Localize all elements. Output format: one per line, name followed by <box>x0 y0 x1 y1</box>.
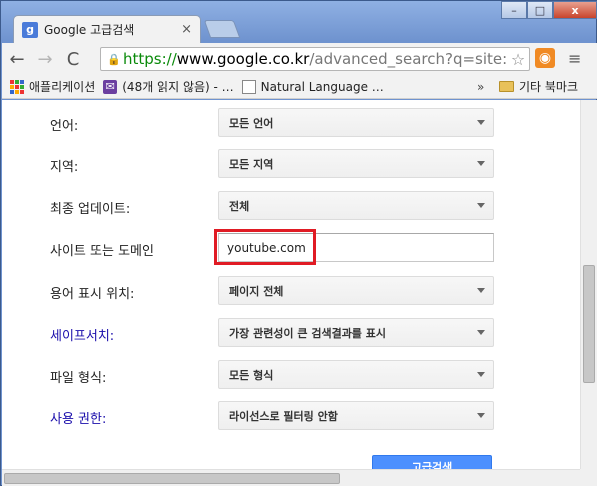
dropdown-caret-icon <box>477 288 485 293</box>
vertical-scroll-thumb[interactable] <box>583 265 595 383</box>
horizontal-scrollbar[interactable] <box>2 469 580 486</box>
google-favicon-icon: g <box>22 21 38 38</box>
back-button[interactable]: ← <box>4 46 30 72</box>
language-value: 모든 언어 <box>229 116 274 130</box>
dropdown-caret-icon <box>477 413 485 418</box>
terms-appearing-select[interactable]: 페이지 전체 <box>218 276 494 305</box>
bookmark-apps[interactable]: 애플리케이션 <box>10 78 95 95</box>
bookmark-star-icon[interactable]: ☆ <box>507 50 529 69</box>
minimize-button[interactable]: – <box>501 1 527 19</box>
file-type-label: 파일 형식: <box>50 371 107 386</box>
close-window-button[interactable]: x <box>553 1 597 19</box>
region-value: 모든 지역 <box>229 157 274 171</box>
url-host: www.google.co.kr <box>176 50 310 68</box>
tab-title: Google 고급검색 <box>44 23 135 37</box>
browser-window: g Google 고급검색 × – □ x ← → C 🔒 https://ww… <box>0 0 597 486</box>
apps-grid-icon <box>10 79 24 94</box>
new-tab-button[interactable] <box>203 20 241 38</box>
region-select[interactable]: 모든 지역 <box>218 149 494 178</box>
menu-icon[interactable]: ≡ <box>568 49 581 68</box>
url-path: /advanced_search?q=site:y <box>309 50 507 68</box>
reload-button[interactable]: C <box>60 46 86 72</box>
language-label: 언어: <box>50 119 79 134</box>
bookmarks-bar: 애플리케이션 ✉ (48개 읽지 않음) - … Natural Languag… <box>2 75 597 99</box>
bookmark-doc-label: Natural Language … <box>260 79 384 94</box>
browser-toolbar: ← → C 🔒 https://www.google.co.kr/advance… <box>2 43 597 75</box>
usage-rights-value: 라이선스로 필터링 안함 <box>229 409 338 423</box>
region-label: 지역: <box>50 160 79 175</box>
bookmark-doc[interactable]: Natural Language … <box>241 79 384 94</box>
usage-rights-link[interactable]: 사용 권한: <box>50 408 106 427</box>
bookmark-apps-label: 애플리케이션 <box>29 80 96 94</box>
browser-tab[interactable]: g Google 고급검색 × <box>13 15 201 43</box>
language-select[interactable]: 모든 언어 <box>218 108 494 137</box>
last-update-value: 전체 <box>229 199 250 213</box>
url-text[interactable]: https://www.google.co.kr/advanced_search… <box>123 50 507 68</box>
forward-button[interactable]: → <box>32 46 58 72</box>
bookmark-folder-label: 기타 북마크 <box>519 80 579 94</box>
vertical-scrollbar[interactable] <box>580 100 597 469</box>
form-row-language: 언어: 모든 언어 <box>2 108 580 138</box>
form-row-site-domain: 사이트 또는 도메인 youtube.com <box>2 229 580 265</box>
bookmark-mail[interactable]: ✉ (48개 읽지 않음) - … <box>103 78 234 95</box>
terms-appearing-value: 페이지 전체 <box>229 284 284 298</box>
file-type-select[interactable]: 모든 형식 <box>218 360 494 389</box>
form-row-safesearch: 세이프서치: 가장 관련성이 큰 검색결과를 표시 <box>2 318 580 348</box>
address-bar[interactable]: 🔒 https://www.google.co.kr/advanced_sear… <box>100 47 530 71</box>
usage-rights-select[interactable]: 라이선스로 필터링 안함 <box>218 401 494 430</box>
safesearch-link[interactable]: 세이프서치: <box>50 325 114 344</box>
form-row-file-type: 파일 형식: 모든 형식 <box>2 360 580 390</box>
bookmark-other-folder[interactable]: 기타 북마크 <box>499 78 578 95</box>
dropdown-caret-icon <box>477 120 485 125</box>
dropdown-caret-icon <box>477 203 485 208</box>
folder-icon <box>499 81 514 92</box>
form-row-terms-appearing: 용어 표시 위치: 페이지 전체 <box>2 276 580 306</box>
bookmarks-overflow-icon[interactable]: » <box>477 80 484 94</box>
site-domain-label: 사이트 또는 도메인 <box>50 244 154 259</box>
dropdown-caret-icon <box>477 161 485 166</box>
file-type-value: 모든 형식 <box>229 368 274 382</box>
scrollbar-corner <box>580 469 597 486</box>
document-icon <box>241 79 256 94</box>
dropdown-caret-icon <box>477 372 485 377</box>
form-row-usage-rights: 사용 권한: 라이선스로 필터링 안함 <box>2 401 580 431</box>
form-row-last-update: 최종 업데이트: 전체 <box>2 191 580 221</box>
rss-icon[interactable]: ◉ <box>535 48 555 68</box>
last-update-label: 최종 업데이트: <box>50 202 131 217</box>
form-row-region: 지역: 모든 지역 <box>2 149 580 179</box>
url-scheme: https:// <box>123 50 177 68</box>
mail-icon: ✉ <box>103 79 118 94</box>
last-update-select[interactable]: 전체 <box>218 191 494 220</box>
annotation-highlight-box <box>214 229 316 265</box>
safesearch-value: 가장 관련성이 큰 검색결과를 표시 <box>229 326 386 340</box>
safesearch-select[interactable]: 가장 관련성이 큰 검색결과를 표시 <box>218 318 494 347</box>
page-content: 언어: 모든 언어 지역: 모든 지역 최종 업데이트: 전체 사이트 또는 도… <box>2 100 580 469</box>
lock-icon: 🔒 <box>107 53 121 66</box>
horizontal-scroll-thumb[interactable] <box>4 473 340 484</box>
bookmark-mail-label: (48개 읽지 않음) - … <box>122 80 234 94</box>
terms-appearing-label: 용어 표시 위치: <box>50 287 135 302</box>
maximize-button[interactable]: □ <box>527 1 553 19</box>
close-tab-icon[interactable]: × <box>181 22 192 37</box>
dropdown-caret-icon <box>477 330 485 335</box>
window-controls: – □ x <box>501 1 597 21</box>
advanced-search-button[interactable]: 고급검색 <box>372 455 492 469</box>
